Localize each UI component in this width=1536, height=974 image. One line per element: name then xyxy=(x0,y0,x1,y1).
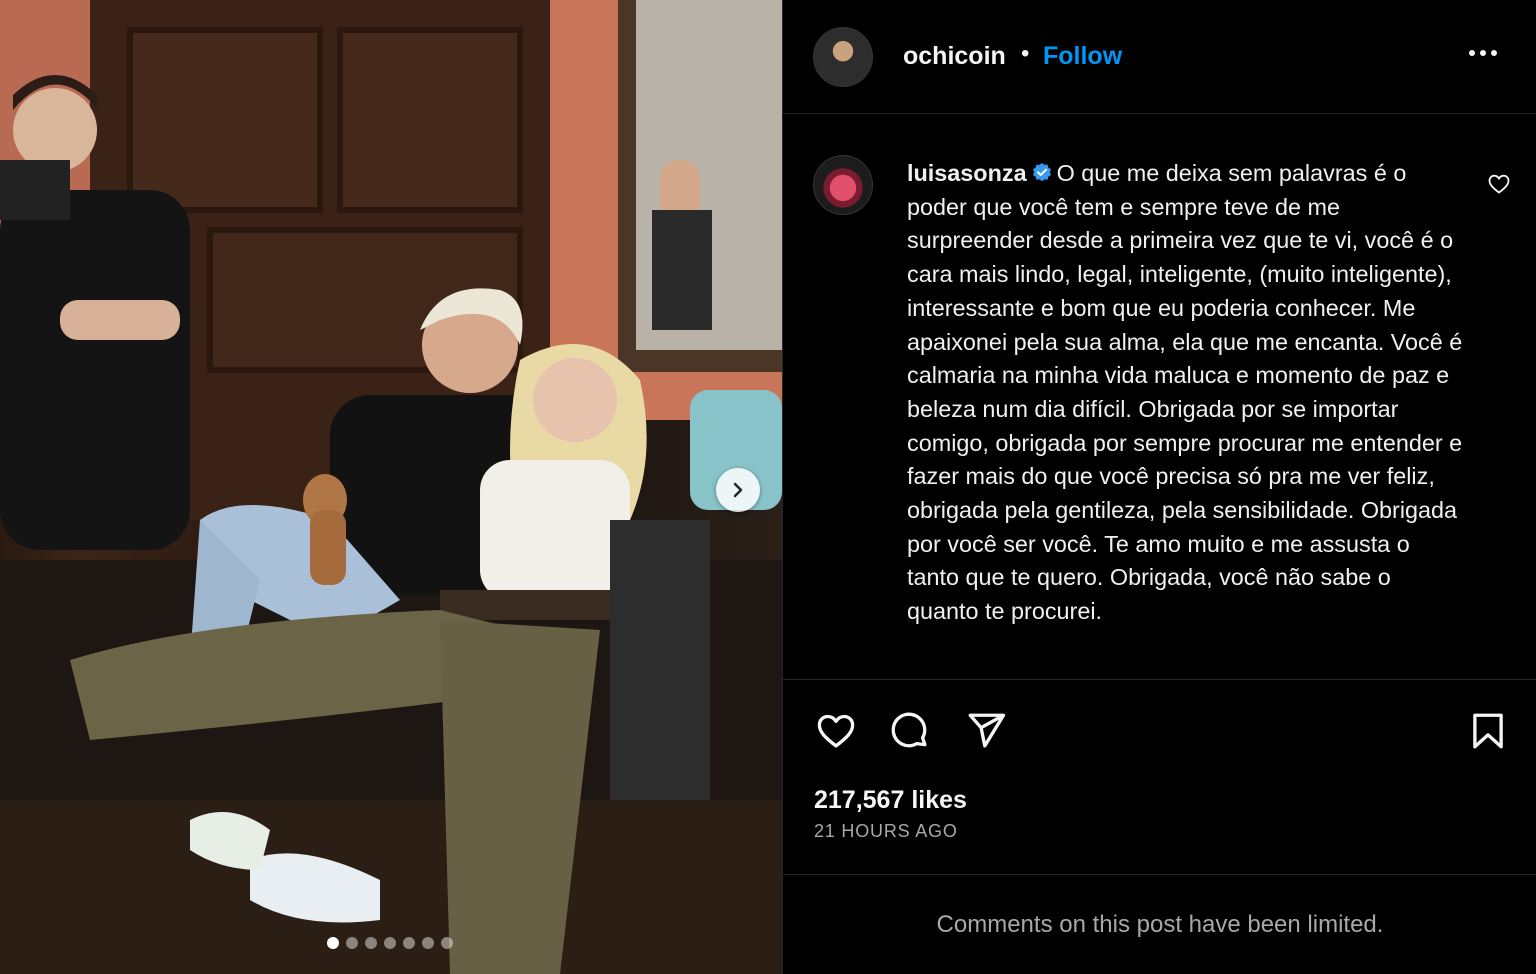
caption: luisasonza O que me deixa sem palavras é … xyxy=(907,157,1467,629)
comments-limited-footer: Comments on this post have been limited. xyxy=(783,874,1536,974)
post-photo[interactable] xyxy=(0,0,782,974)
verified-badge-icon xyxy=(1032,162,1051,182)
carousel-indicator xyxy=(327,937,453,949)
post-actions xyxy=(783,700,1536,760)
caption-block: luisasonza O que me deixa sem palavras é … xyxy=(783,114,1536,680)
author-avatar[interactable] xyxy=(813,27,873,87)
carousel-dot xyxy=(365,937,377,949)
caption-text: O que me deixa sem palavras é o poder qu… xyxy=(907,160,1463,625)
bookmark-icon[interactable] xyxy=(1467,710,1509,752)
post-header: ochicoin • Follow xyxy=(783,0,1536,114)
next-slide-button[interactable] xyxy=(716,468,760,512)
carousel-dot xyxy=(327,937,339,949)
carousel-dot xyxy=(346,937,358,949)
follow-button[interactable]: Follow xyxy=(1043,42,1122,71)
carousel-dot xyxy=(422,937,434,949)
comments-limited-notice: Comments on this post have been limited. xyxy=(936,910,1384,938)
carousel-dot xyxy=(384,937,396,949)
comment-bubble-icon[interactable] xyxy=(887,710,933,752)
post-side-panel: ochicoin • Follow luisasonza O que me dei… xyxy=(782,0,1536,974)
post-timestamp[interactable]: 21 HOURS AGO xyxy=(814,821,958,842)
more-options-icon[interactable] xyxy=(1469,50,1497,56)
carousel-dot xyxy=(403,937,415,949)
header-separator: • xyxy=(1021,40,1030,67)
photo-scene xyxy=(0,0,782,974)
caption-like-heart-icon[interactable] xyxy=(1487,172,1511,196)
like-count[interactable]: 217,567 likes xyxy=(814,786,967,815)
paper-plane-icon[interactable] xyxy=(963,710,1009,752)
caption-username[interactable]: luisasonza xyxy=(907,160,1027,186)
heart-icon[interactable] xyxy=(813,710,859,752)
carousel-dot xyxy=(441,937,453,949)
commenter-avatar[interactable] xyxy=(813,155,873,215)
author-username[interactable]: ochicoin xyxy=(903,42,1006,71)
chevron-right-icon xyxy=(733,482,743,498)
